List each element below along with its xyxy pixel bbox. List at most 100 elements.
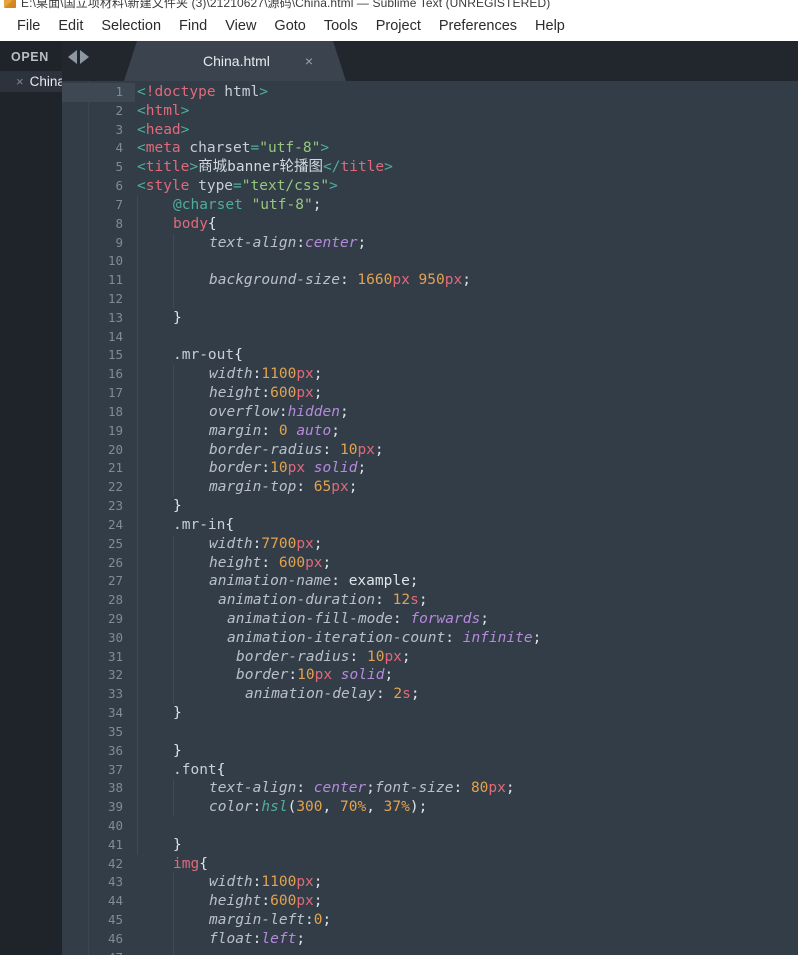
code-line[interactable]: <!doctype html>: [137, 83, 268, 102]
line-number: 38: [107, 780, 123, 796]
code-line[interactable]: }: [173, 704, 182, 723]
triangle-right-icon[interactable]: [80, 50, 89, 64]
line-number: 11: [107, 272, 123, 288]
code-token-prop: font-size: [374, 780, 454, 797]
code-token-unit: px: [296, 874, 314, 891]
line-number: 42: [107, 855, 123, 871]
code-line[interactable]: }: [173, 742, 182, 761]
menu-item-goto[interactable]: Goto: [265, 15, 314, 37]
code-line[interactable]: <title>商城banner轮播图</title>: [137, 158, 393, 177]
code-line[interactable]: }: [173, 836, 182, 855]
line-number: 20: [107, 441, 123, 457]
code-token-str: "utf-8": [251, 196, 313, 213]
menu-item-view[interactable]: View: [216, 15, 265, 37]
code-line[interactable]: animation-fill-mode: forwards;: [227, 610, 489, 629]
menu-item-preferences[interactable]: Preferences: [430, 15, 526, 37]
code-token-prop: text-align: [209, 234, 297, 251]
code-token-plain: ;: [312, 196, 322, 213]
code-line[interactable]: color:hsl(300, 70%, 37%);: [209, 798, 427, 817]
code-line[interactable]: img{: [173, 855, 208, 874]
code-line[interactable]: border:10px solid;: [209, 459, 366, 478]
code-token-unit: px: [357, 441, 375, 458]
close-icon[interactable]: ×: [16, 75, 24, 88]
code-token-punct: </: [323, 159, 341, 176]
code-line[interactable]: background-size: 1660px 950px;: [209, 271, 471, 290]
close-icon[interactable]: ×: [305, 54, 313, 68]
code-token-prop: border: [209, 460, 262, 477]
menu-item-edit[interactable]: Edit: [49, 15, 92, 37]
code-token-plain: ;: [313, 874, 323, 891]
code-line[interactable]: @charset "utf-8";: [173, 196, 321, 215]
code-line[interactable]: <meta charset="utf-8">: [137, 139, 329, 158]
code-line[interactable]: width:7700px;: [209, 535, 323, 554]
code-token-unit: px: [331, 479, 349, 496]
window-titlebar: E:\桌面\国立项材料\新建文件夹 (3)\21210627\源码\China.…: [0, 0, 798, 11]
code-line[interactable]: text-align:center;: [209, 234, 366, 253]
code-token-punct: =: [250, 140, 260, 157]
code-line[interactable]: animation-delay: 2s;: [245, 685, 420, 704]
code-token-plain: :: [375, 686, 394, 703]
code-token-num: 12: [392, 592, 411, 609]
code-content[interactable]: <!doctype html> <html> <head> <meta charset…: [135, 81, 798, 955]
code-line[interactable]: <head>: [137, 121, 189, 140]
code-token-prop: animation-delay: [245, 686, 376, 703]
menu-item-project[interactable]: Project: [367, 15, 430, 37]
code-token-plain: :: [261, 893, 271, 910]
code-token-punct: >: [320, 140, 330, 157]
line-number: 9: [115, 234, 123, 250]
code-token-plain: :: [453, 780, 471, 797]
code-token-unit: px: [296, 366, 314, 383]
line-number: 21: [107, 460, 123, 476]
code-line[interactable]: animation-name: example;: [209, 572, 419, 591]
code-token-brace: {: [234, 347, 243, 364]
menu-item-find[interactable]: Find: [170, 15, 216, 37]
triangle-left-icon[interactable]: [68, 50, 77, 64]
code-editor[interactable]: 1 2 3 4 5 6 7 8 9 10 11 12 13 14 15 16 17 18 19 20 21 22 23 24 2…: [62, 81, 798, 955]
code-token-tag: title: [145, 159, 190, 176]
code-line[interactable]: <style type="text/css">: [137, 177, 338, 196]
code-line[interactable]: float:left;: [209, 930, 305, 949]
code-token-plain: :: [288, 667, 298, 684]
menu-item-tools[interactable]: Tools: [315, 15, 367, 37]
code-line[interactable]: width:1100px;: [209, 365, 323, 384]
code-token-plain: ;: [366, 780, 375, 797]
line-number: 26: [107, 554, 123, 570]
code-line[interactable]: body{: [173, 215, 217, 234]
code-token-brace: {: [225, 516, 235, 533]
code-line[interactable]: margin-top: 65px;: [209, 478, 357, 497]
code-line[interactable]: animation-iteration-count: infinite;: [227, 629, 541, 648]
code-line[interactable]: .mr-in{: [173, 516, 234, 535]
code-token-kw: left: [261, 930, 297, 947]
code-line[interactable]: width:1100px;: [209, 873, 323, 892]
code-token-prop: background-size: [209, 272, 340, 289]
code-token-fn: hsl: [261, 799, 288, 816]
menu-item-selection[interactable]: Selection: [92, 15, 170, 37]
code-line[interactable]: height:600px;: [209, 384, 323, 403]
code-token-attr: charset: [180, 140, 251, 157]
menu-item-file[interactable]: File: [8, 15, 49, 37]
code-line[interactable]: border-radius: 10px;: [209, 441, 384, 460]
line-number: 46: [107, 930, 123, 946]
code-line[interactable]: }: [173, 309, 182, 328]
code-line[interactable]: }: [173, 497, 182, 516]
code-token-plain: ;: [357, 234, 367, 251]
code-line[interactable]: overflow:hidden;: [209, 403, 349, 422]
menu-item-help[interactable]: Help: [526, 15, 574, 37]
code-line[interactable]: <html>: [137, 102, 189, 121]
code-line[interactable]: height: 600px;: [209, 554, 331, 573]
code-token-tag: !doctype: [145, 84, 216, 100]
code-line[interactable]: border:10px solid;: [236, 666, 393, 685]
code-token-prop: width: [209, 874, 253, 891]
code-line[interactable]: animation-duration: 12s;: [218, 591, 428, 610]
code-token-num: 950: [418, 272, 445, 289]
code-token-plain: ,: [366, 799, 384, 816]
code-line[interactable]: margin: 0 auto;: [209, 422, 340, 441]
code-line[interactable]: .font{: [173, 761, 225, 780]
code-line[interactable]: border-radius: 10px;: [236, 648, 411, 667]
code-token-plain: ,: [322, 799, 340, 816]
code-line[interactable]: margin-left:0;: [209, 911, 331, 930]
code-line[interactable]: text-align: center;font-size: 80px;: [209, 779, 515, 798]
tab-china-html[interactable]: China.html ×: [124, 41, 346, 81]
code-line[interactable]: .mr-out{: [173, 346, 243, 365]
code-line[interactable]: height:600px;: [209, 892, 323, 911]
